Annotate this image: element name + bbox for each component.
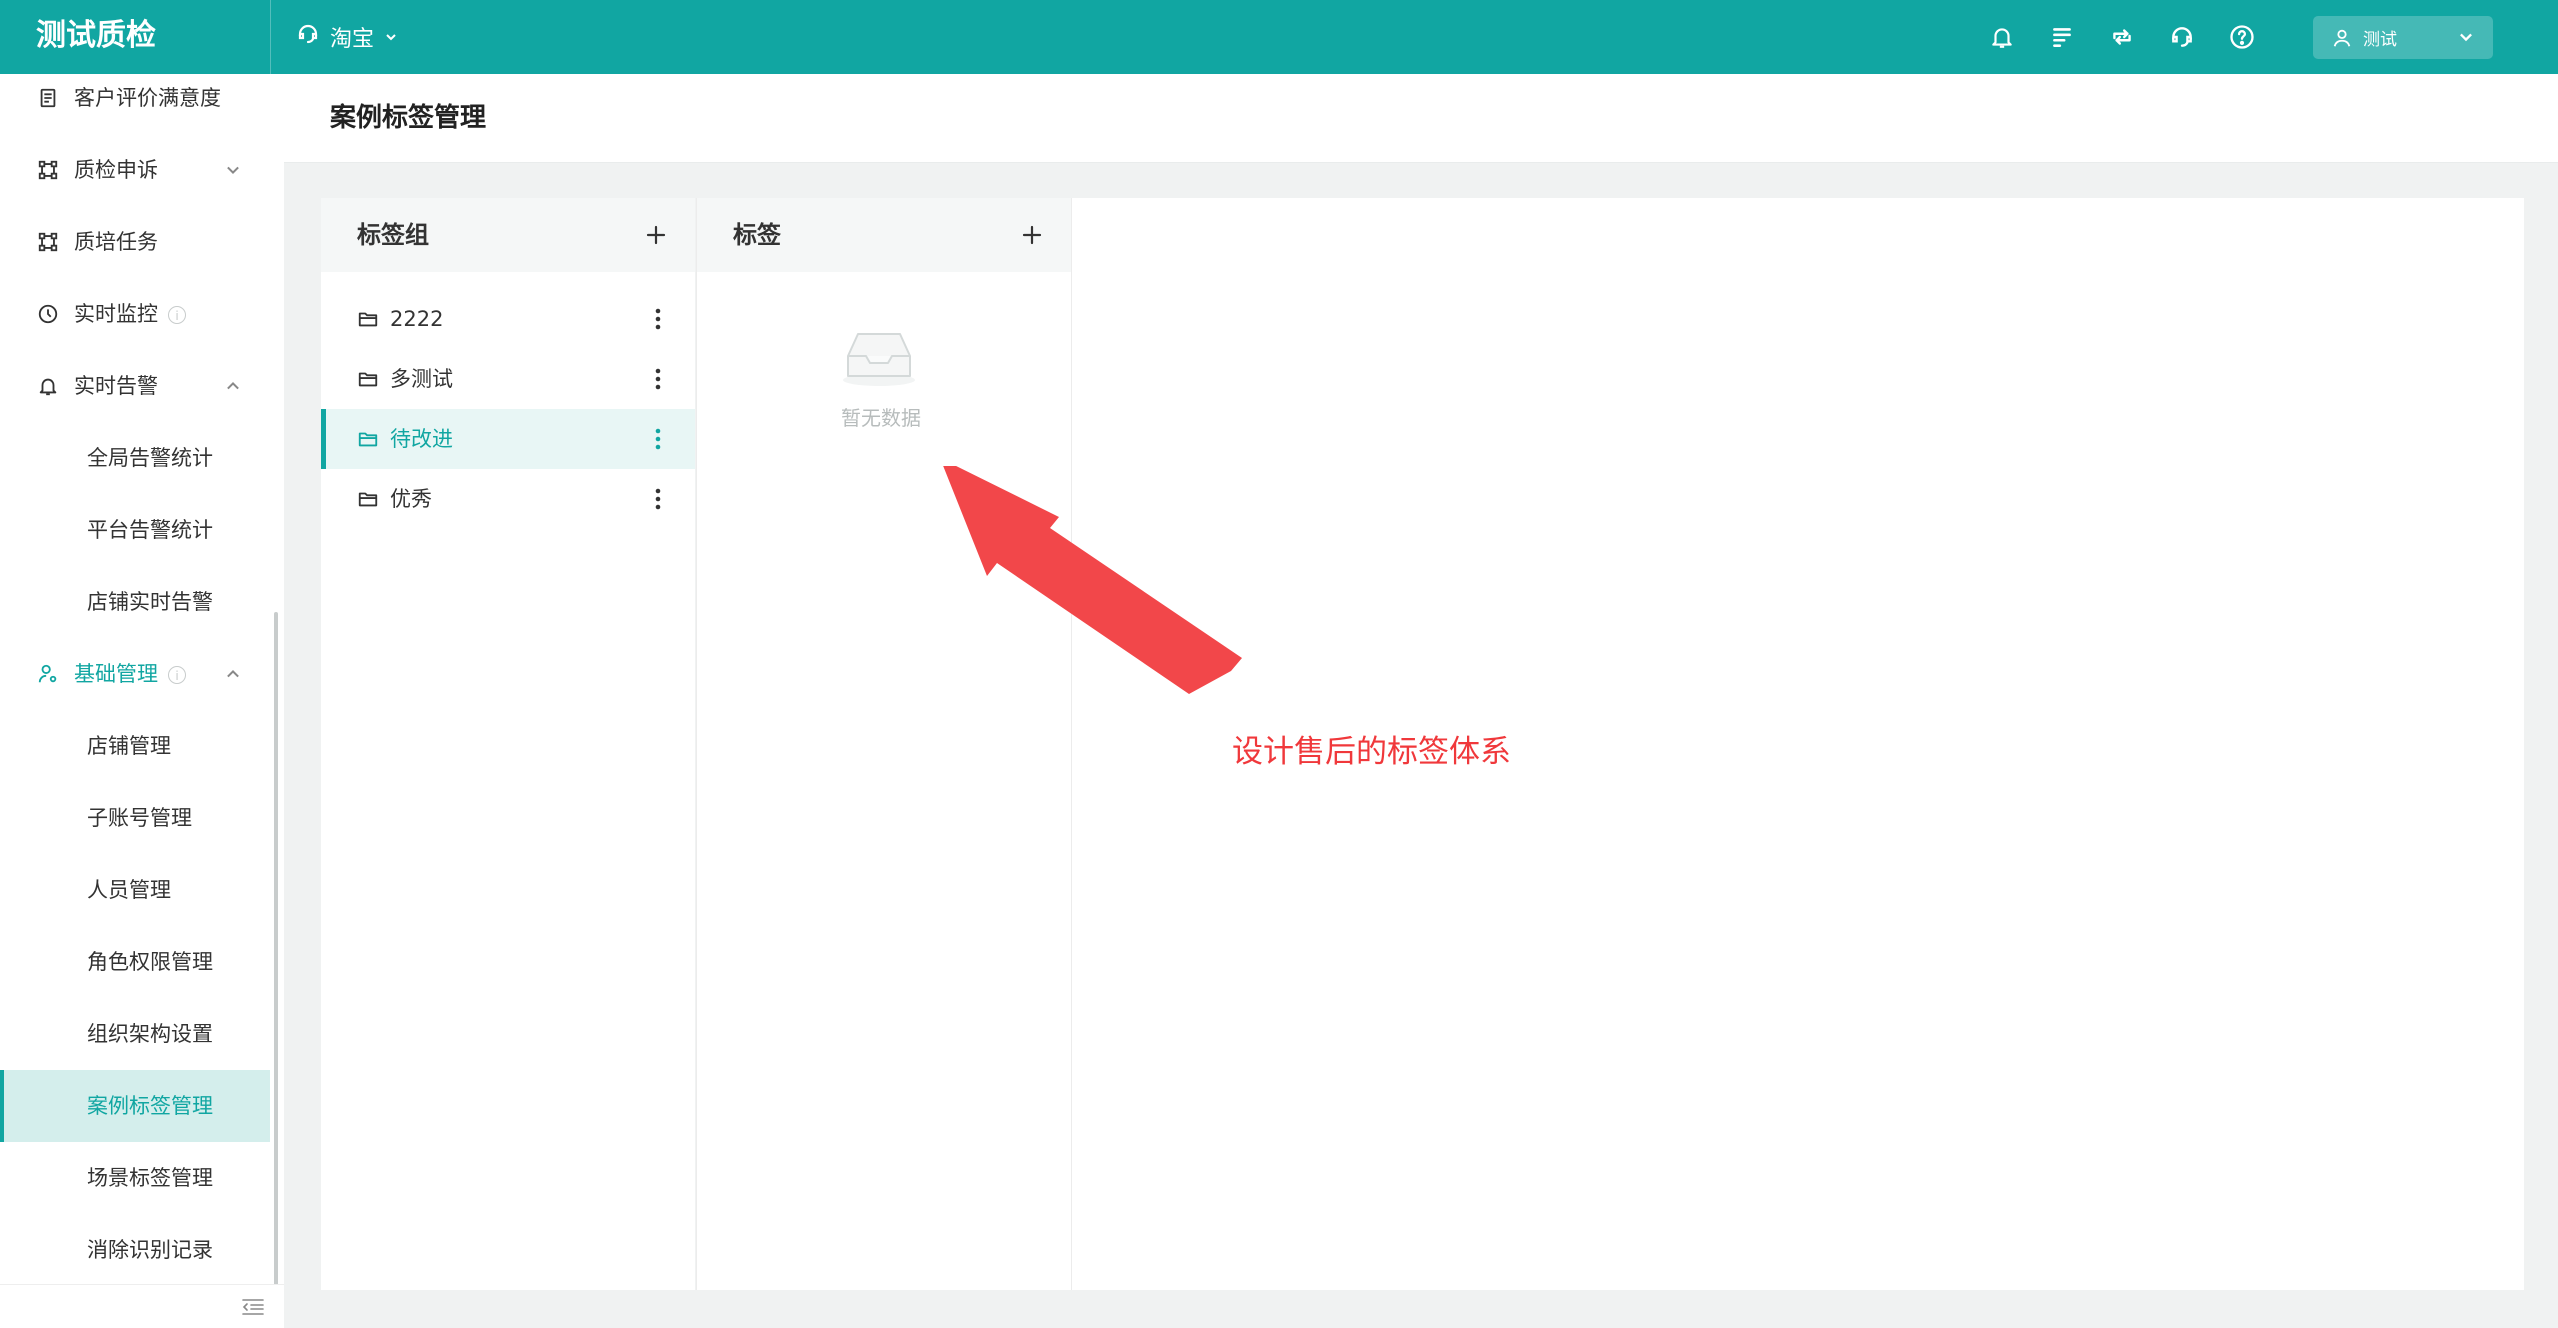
sidebar-item-case-tag-management[interactable]: 案例标签管理 [0, 1070, 270, 1142]
sidebar-item-realtime-monitor[interactable]: 实时监控 i [0, 278, 270, 350]
user-icon [2331, 27, 2353, 49]
sidebar-item-label: 平台告警统计 [87, 518, 213, 542]
sidebar-item-label-wrap: 实时监控 i [74, 278, 186, 350]
sidebar-item-elimination-records[interactable]: 消除识别记录 [0, 1214, 270, 1286]
sidebar: 客户评价满意度 质检申诉 质培任务 实时监控 i 实时告警 全局告警统计 平台告… [0, 74, 284, 1328]
more-options-icon[interactable] [653, 306, 663, 332]
sidebar-item-store-management[interactable]: 店铺管理 [0, 710, 270, 782]
user-menu[interactable]: 测试 [2313, 16, 2493, 59]
sidebar-item-label: 基础管理 [74, 662, 158, 686]
info-icon: i [168, 306, 186, 324]
tag-group-item[interactable]: 2222 [321, 289, 695, 349]
bell-icon[interactable] [1984, 19, 2020, 55]
chevron-down-icon [224, 160, 242, 184]
sidebar-item-staff-management[interactable]: 人员管理 [0, 854, 270, 926]
tag-group-label: 优秀 [390, 487, 432, 511]
sidebar-item-label: 场景标签管理 [87, 1166, 213, 1190]
empty-state-text: 暂无数据 [841, 406, 921, 430]
tag-panel-header: 标签 [697, 198, 1071, 272]
tag-group-title: 标签组 [357, 221, 429, 249]
sidebar-item-basic-management[interactable]: 基础管理 i [0, 638, 270, 710]
headset-icon[interactable] [2164, 19, 2200, 55]
sidebar-item-label: 店铺管理 [87, 734, 171, 758]
sidebar-item-label: 案例标签管理 [87, 1094, 213, 1118]
info-icon: i [168, 666, 186, 684]
folder-icon [357, 308, 379, 335]
top-navigation-bar: 测试质检 淘宝 测试 [0, 0, 2558, 74]
folder-open-icon [357, 428, 379, 455]
clock-icon [34, 300, 62, 328]
sidebar-scrollbar[interactable] [274, 612, 278, 1328]
tag-group-panel: 标签组 2222 多测试 待改进 优秀 [321, 198, 695, 1290]
annotation-arrow [940, 458, 1250, 700]
chevron-down-icon [384, 25, 398, 50]
sidebar-item-label: 实时告警 [74, 374, 158, 398]
help-icon[interactable] [2224, 19, 2260, 55]
sidebar-item-label: 子账号管理 [87, 806, 192, 830]
sidebar-item-label: 消除识别记录 [87, 1238, 213, 1262]
sidebar-item-realtime-alert[interactable]: 实时告警 [0, 350, 270, 422]
more-options-icon[interactable] [653, 486, 663, 512]
sidebar-item-global-alert-stats[interactable]: 全局告警统计 [0, 422, 270, 494]
empty-inbox-icon [838, 326, 920, 388]
logo-divider [270, 0, 271, 74]
sidebar-item-label: 组织架构设置 [87, 1022, 213, 1046]
page-title: 案例标签管理 [330, 103, 487, 133]
add-tag-group-button[interactable] [641, 220, 671, 250]
list-icon[interactable] [2044, 19, 2080, 55]
appeal-icon [34, 156, 62, 184]
tag-group-label: 多测试 [390, 367, 453, 391]
sidebar-item-store-realtime-alert[interactable]: 店铺实时告警 [0, 566, 270, 638]
sidebar-item-label: 客户评价满意度 [74, 86, 221, 110]
sidebar-item-platform-alert-stats[interactable]: 平台告警统计 [0, 494, 270, 566]
folder-icon [357, 368, 379, 395]
sidebar-item-org-structure[interactable]: 组织架构设置 [0, 998, 270, 1070]
page-header: 案例标签管理 [284, 74, 2558, 163]
more-options-icon[interactable] [653, 366, 663, 392]
tag-group-label: 待改进 [390, 427, 453, 451]
user-settings-icon [34, 660, 62, 688]
sync-icon[interactable] [2104, 19, 2140, 55]
sidebar-item-scene-tag-management[interactable]: 场景标签管理 [0, 1142, 270, 1214]
app-logo[interactable]: 测试质检 [36, 0, 156, 74]
sidebar-item-sub-account-management[interactable]: 子账号管理 [0, 782, 270, 854]
bell-icon [34, 372, 62, 400]
tag-group-label: 2222 [390, 307, 444, 331]
platform-label: 淘宝 [330, 27, 375, 52]
platform-selector[interactable]: 淘宝 [296, 0, 398, 74]
user-name: 测试 [2363, 30, 2397, 50]
sidebar-item-customer-satisfaction[interactable]: 客户评价满意度 [0, 74, 270, 134]
collapse-menu-icon[interactable] [240, 1295, 266, 1323]
tag-group-item[interactable]: 优秀 [321, 469, 695, 529]
sidebar-item-label: 店铺实时告警 [87, 590, 213, 614]
tag-title: 标签 [733, 221, 781, 249]
sidebar-item-role-permission[interactable]: 角色权限管理 [0, 926, 270, 998]
sidebar-item-training-task[interactable]: 质培任务 [0, 206, 270, 278]
tag-group-item-selected[interactable]: 待改进 [321, 409, 695, 469]
top-icon-group [1984, 19, 2260, 55]
sidebar-item-label: 全局告警统计 [87, 446, 213, 470]
sidebar-footer [0, 1284, 284, 1328]
chevron-up-icon [224, 376, 242, 400]
chevron-down-icon [2457, 28, 2475, 50]
sidebar-item-label: 角色权限管理 [87, 950, 213, 974]
tag-group-panel-header: 标签组 [321, 198, 695, 272]
sidebar-item-qc-appeal[interactable]: 质检申诉 [0, 134, 270, 206]
sidebar-item-label-wrap: 基础管理 i [74, 638, 186, 710]
tag-group-item[interactable]: 多测试 [321, 349, 695, 409]
document-icon [34, 84, 62, 112]
sidebar-item-label: 人员管理 [87, 878, 171, 902]
task-icon [34, 228, 62, 256]
headset-icon [296, 22, 320, 52]
add-tag-button[interactable] [1017, 220, 1047, 250]
annotation-text: 设计售后的标签体系 [1232, 734, 1511, 770]
sidebar-item-label: 质培任务 [74, 230, 158, 254]
sidebar-item-label: 实时监控 [74, 302, 158, 326]
folder-icon [357, 488, 379, 515]
chevron-up-icon [224, 664, 242, 688]
more-options-icon[interactable] [653, 426, 663, 452]
sidebar-item-label: 质检申诉 [74, 158, 158, 182]
